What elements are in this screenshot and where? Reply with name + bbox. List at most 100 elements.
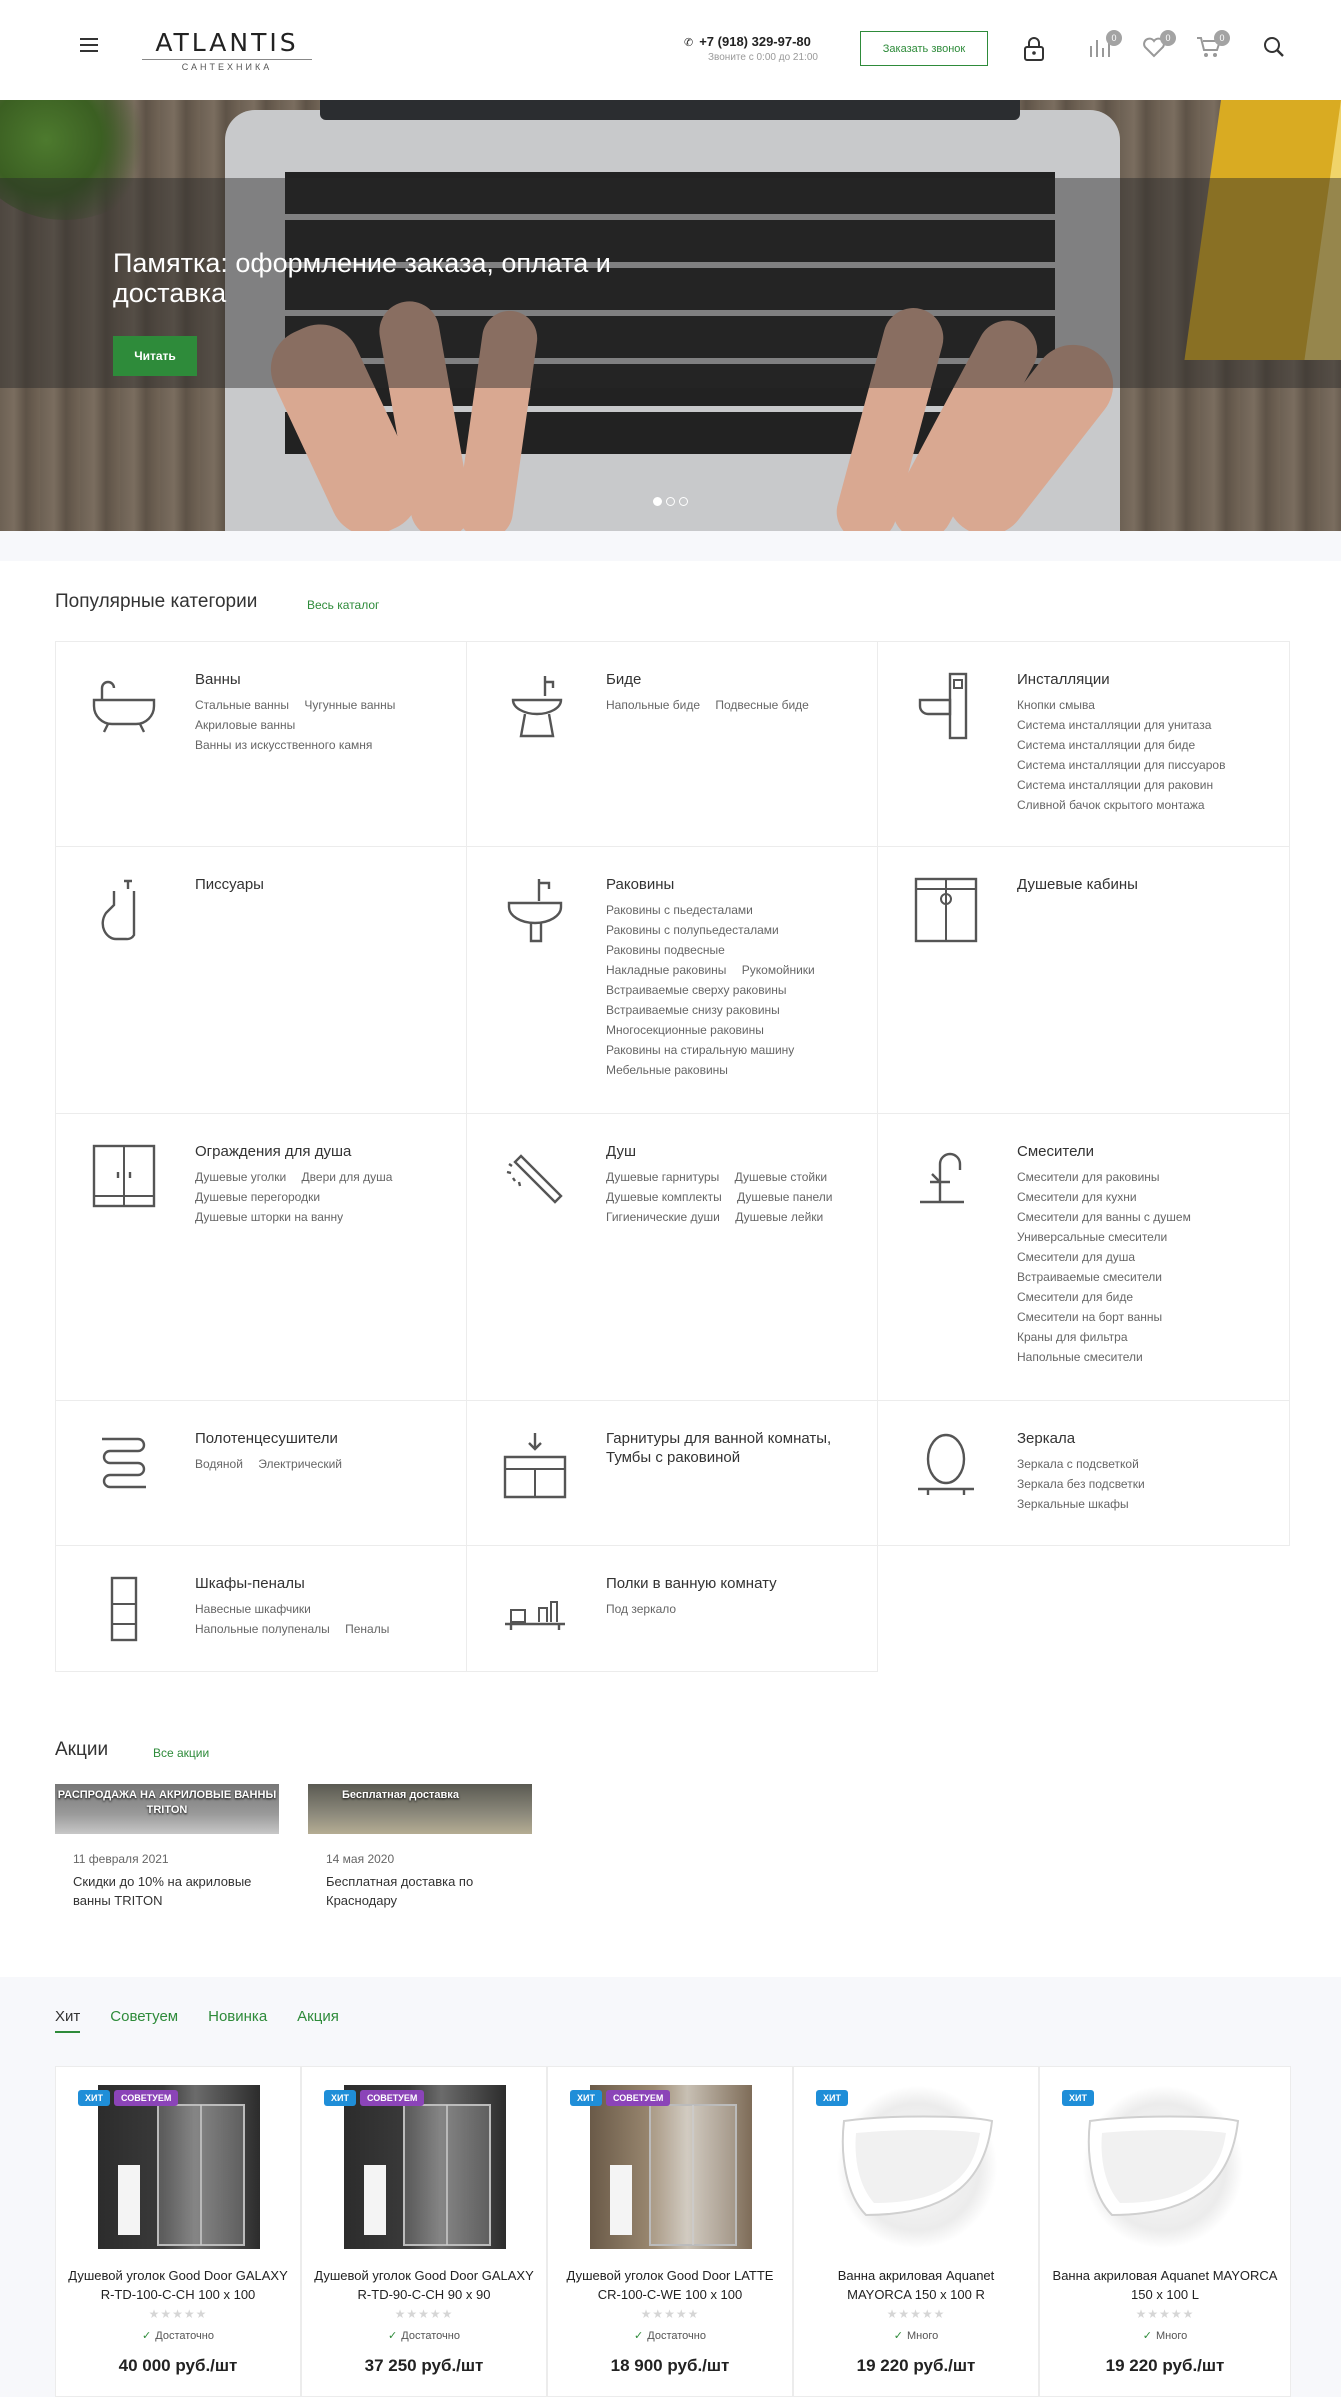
category-title[interactable]: Гарнитуры для ванной комнаты, Тумбы с ра… [606, 1429, 862, 1467]
category-sublink[interactable]: Смесители для кухни [1017, 1190, 1137, 1204]
category-title[interactable]: Ограждения для душа [195, 1142, 451, 1161]
category-icon[interactable] [499, 1142, 571, 1214]
category-icon[interactable] [910, 875, 982, 947]
compare-icon[interactable]: 0 [1088, 30, 1122, 62]
category-icon[interactable] [910, 1429, 982, 1501]
category-card[interactable]: Полотенцесушители Водяной Электрический [55, 1400, 467, 1546]
category-title[interactable]: Писсуары [195, 875, 451, 894]
category-sublink[interactable]: Стальные ванны [195, 698, 289, 712]
product-name[interactable]: Ванна акриловая Aquanet MAYORCA 150 x 10… [1050, 2266, 1280, 2304]
search-icon[interactable] [1262, 35, 1288, 61]
tab-hit[interactable]: Хит [55, 2008, 81, 2033]
category-card[interactable]: Раковины Раковины с пьедесталами Раковины… [466, 846, 878, 1114]
product-name[interactable]: Душевой уголок Good Door GALAXY R-TD-90-… [312, 2266, 536, 2304]
product-image[interactable] [836, 2085, 998, 2249]
category-title[interactable]: Зеркала [1017, 1429, 1274, 1448]
category-icon[interactable] [88, 1429, 160, 1501]
category-title[interactable]: Инсталляции [1017, 670, 1274, 689]
category-icon[interactable] [88, 875, 160, 947]
category-sublink[interactable]: Душевые комплекты [606, 1190, 722, 1204]
category-card[interactable]: Душевые кабины [877, 846, 1290, 1114]
tab-promo[interactable]: Акция [297, 2008, 339, 2033]
promo-banner[interactable]: Бесплатная доставка [308, 1784, 532, 1834]
category-sublink[interactable]: Раковины с полупьедесталами [606, 923, 779, 937]
category-sublink[interactable]: Раковины подвесные [606, 943, 725, 957]
category-card[interactable]: Биде Напольные биде Подвесные биде [466, 641, 878, 847]
category-icon[interactable] [499, 1574, 571, 1646]
category-sublink[interactable]: Система инсталляции для унитаза [1017, 718, 1211, 732]
category-sublink[interactable]: Встраиваемые смесители [1017, 1270, 1162, 1284]
slider-dot[interactable] [679, 497, 688, 506]
tab-recommended[interactable]: Советуем [110, 2008, 178, 2033]
category-sublink[interactable]: Чугунные ванны [304, 698, 395, 712]
category-card[interactable]: Инсталляции Кнопки смыва Система инсталля… [877, 641, 1290, 847]
category-sublink[interactable]: Встраиваемые снизу раковины [606, 1003, 780, 1017]
slider-dot[interactable] [666, 497, 675, 506]
all-promos-link[interactable]: Все акции [153, 1746, 209, 1760]
category-card[interactable]: Шкафы-пеналы Навесные шкафчики Напольные … [55, 1545, 467, 1672]
promo-text[interactable]: Скидки до 10% на акриловые ванны TRITON [73, 1872, 273, 1910]
category-sublink[interactable]: Рукомойники [742, 963, 815, 977]
category-sublink[interactable]: Накладные раковины [606, 963, 726, 977]
heart-icon[interactable]: 0 [1142, 30, 1176, 62]
hero-read-button[interactable]: Читать [113, 336, 197, 376]
cart-icon[interactable]: 0 [1196, 30, 1230, 62]
category-sublink[interactable]: Зеркала с подсветкой [1017, 1457, 1139, 1471]
promo-card[interactable]: Бесплатная доставка 14 мая 2020 Бесплатн… [308, 1784, 532, 1910]
category-sublink[interactable]: Напольные смесители [1017, 1350, 1143, 1364]
phone-number[interactable]: +7 (918) 329-97-80 [699, 34, 811, 49]
category-title[interactable]: Шкафы-пеналы [195, 1574, 451, 1593]
category-title[interactable]: Полотенцесушители [195, 1429, 451, 1448]
category-sublink[interactable]: Система инсталляции для раковин [1017, 778, 1213, 792]
product-image[interactable] [1082, 2085, 1244, 2249]
category-card[interactable]: Смесители Смесители для раковины Смесител… [877, 1113, 1290, 1401]
category-sublink[interactable]: Ванны из искусственного камня [195, 738, 372, 752]
product-card[interactable]: ХИТ СОВЕТУЕМ Душевой уголок Good Door LATT… [547, 2066, 793, 2397]
category-icon[interactable] [88, 1574, 160, 1646]
category-sublink[interactable]: Система инсталляции для биде [1017, 738, 1195, 752]
category-sublink[interactable]: Смесители для душа [1017, 1250, 1135, 1264]
category-icon[interactable] [499, 670, 571, 742]
category-sublink[interactable]: Пеналы [345, 1622, 389, 1636]
category-title[interactable]: Душ [606, 1142, 862, 1161]
category-sublink[interactable]: Смесители для ванны с душем [1017, 1210, 1191, 1224]
lock-icon[interactable] [1022, 36, 1048, 62]
category-sublink[interactable]: Краны для фильтра [1017, 1330, 1128, 1344]
category-title[interactable]: Смесители [1017, 1142, 1274, 1161]
category-sublink[interactable]: Смесители для биде [1017, 1290, 1133, 1304]
slider-dot[interactable] [653, 497, 662, 506]
category-sublink[interactable]: Раковины с пьедесталами [606, 903, 753, 917]
promo-banner[interactable]: РАСПРОДАЖА НА АКРИЛОВЫЕ ВАННЫ TRITON [55, 1784, 279, 1834]
product-image[interactable] [98, 2085, 260, 2249]
category-sublink[interactable]: Смесители на борт ванны [1017, 1310, 1162, 1324]
category-icon[interactable] [88, 1142, 160, 1214]
category-sublink[interactable]: Зеркальные шкафы [1017, 1497, 1129, 1511]
product-image[interactable] [590, 2085, 752, 2249]
product-name[interactable]: Ванна акриловая Aquanet MAYORCA 150 x 10… [804, 2266, 1028, 2304]
category-card[interactable]: Ванны Стальные ванны Чугунные ванны Акрил… [55, 641, 467, 847]
site-logo[interactable]: ATLANTIS САНТЕХНИКА [142, 28, 312, 72]
category-sublink[interactable]: Душевые перегородки [195, 1190, 320, 1204]
category-sublink[interactable]: Встраиваемые сверху раковины [606, 983, 787, 997]
category-sublink[interactable]: Душевые лейки [735, 1210, 823, 1224]
category-title[interactable]: Полки в ванную комнату [606, 1574, 862, 1593]
category-sublink[interactable]: Зеркала без подсветки [1017, 1477, 1145, 1491]
category-sublink[interactable]: Душевые шторки на ванну [195, 1210, 343, 1224]
category-card[interactable]: Гарнитуры для ванной комнаты, Тумбы с ра… [466, 1400, 878, 1546]
category-sublink[interactable]: Универсальные смесители [1017, 1230, 1167, 1244]
category-card[interactable]: Писсуары [55, 846, 467, 1114]
product-card[interactable]: ХИТ Ванна акриловая Aquanet MAYORCA 150 x… [793, 2066, 1039, 2397]
category-title[interactable]: Душевые кабины [1017, 875, 1274, 894]
category-sublink[interactable]: Душевые стойки [735, 1170, 827, 1184]
callback-button[interactable]: Заказать звонок [860, 31, 988, 66]
product-image[interactable] [344, 2085, 506, 2249]
category-sublink[interactable]: Под зеркало [606, 1602, 676, 1616]
product-card[interactable]: ХИТ СОВЕТУЕМ Душевой уголок Good Door GALA… [55, 2066, 301, 2397]
category-sublink[interactable]: Система инсталляции для писсуаров [1017, 758, 1225, 772]
category-sublink[interactable]: Акриловые ванны [195, 718, 295, 732]
category-sublink[interactable]: Многосекционные раковины [606, 1023, 764, 1037]
tab-new[interactable]: Новинка [208, 2008, 267, 2033]
category-title[interactable]: Раковины [606, 875, 862, 894]
category-card[interactable]: Полки в ванную комнату Под зеркало [466, 1545, 878, 1672]
category-sublink[interactable]: Раковины на стиральную машину [606, 1043, 794, 1057]
